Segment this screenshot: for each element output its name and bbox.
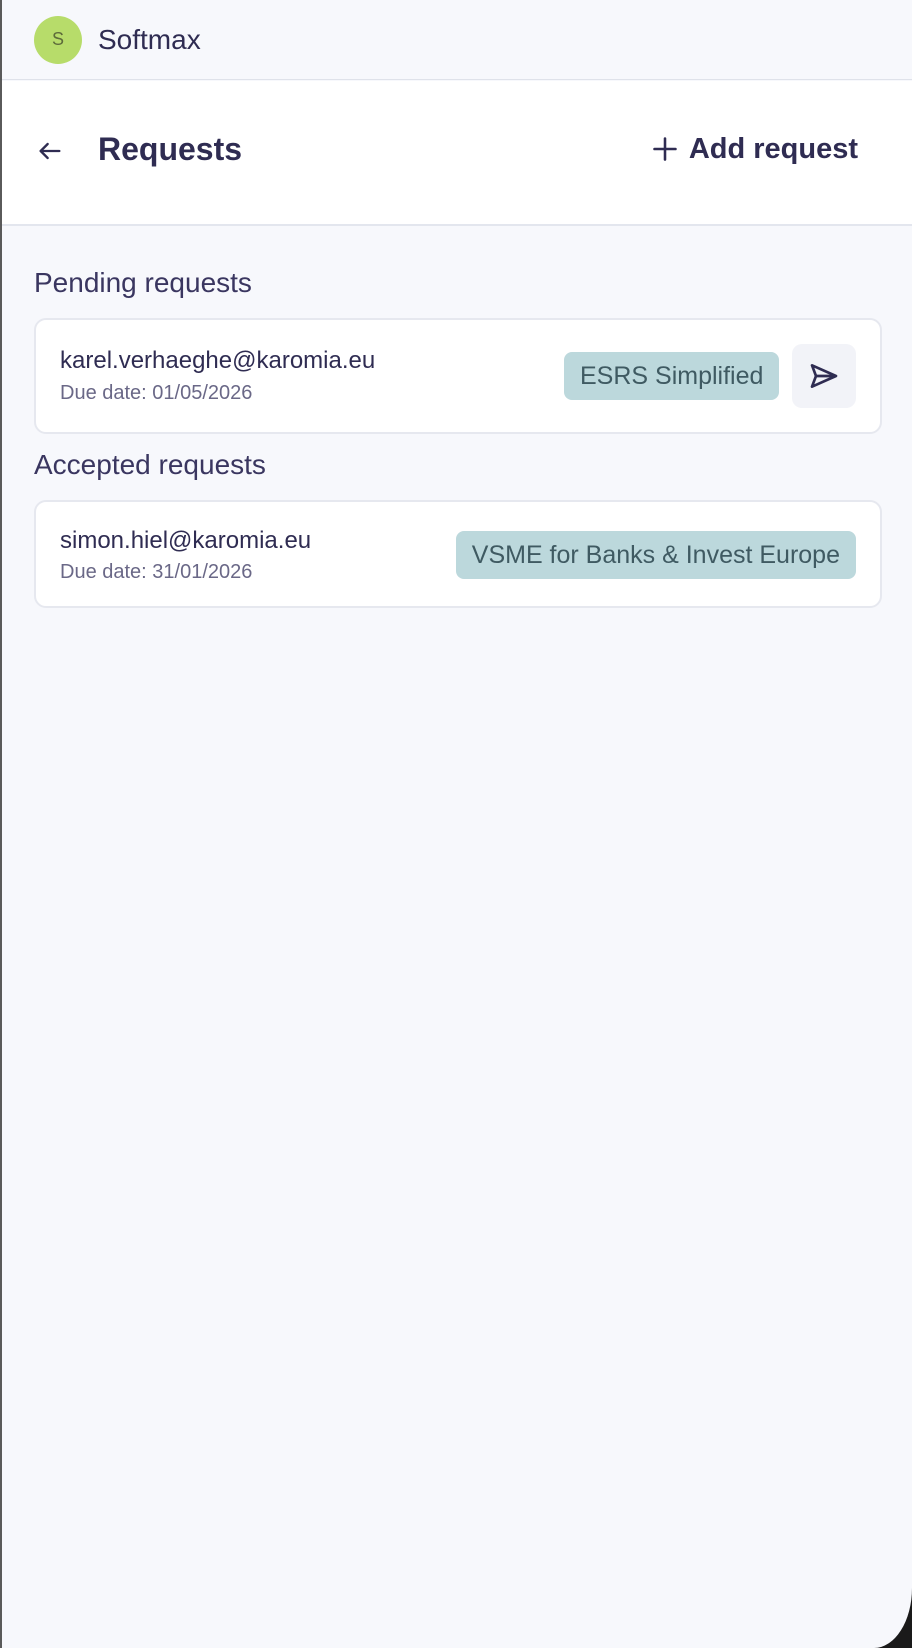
plus-icon — [653, 137, 677, 161]
avatar[interactable]: S — [34, 15, 82, 64]
request-email: karel.verhaeghe@karomia.eu — [60, 347, 376, 374]
framework-tag: VSME for Banks & Invest Europe — [455, 531, 856, 579]
arrow-left-icon — [39, 142, 61, 160]
request-email: simon.hiel@karomia.eu — [60, 527, 312, 554]
framework-tag: ESRS Simplified — [564, 352, 780, 400]
request-due-date: Due date: 01/05/2026 — [60, 382, 253, 404]
page-header: Requests Add request — [2, 81, 912, 226]
app-frame: S Softmax Requests Add request Pending r… — [0, 0, 912, 1648]
send-icon — [810, 364, 838, 388]
accepted-section-title: Accepted requests — [34, 449, 266, 480]
send-reminder-button[interactable] — [792, 344, 856, 408]
pending-section-title: Pending requests — [34, 267, 252, 298]
request-due-date: Due date: 31/01/2026 — [60, 561, 253, 583]
page-title: Requests — [98, 131, 243, 167]
organization-name[interactable]: Softmax — [98, 24, 201, 56]
accepted-request-card[interactable]: simon.hiel@karomia.eu Due date: 31/01/20… — [34, 500, 882, 608]
add-request-button[interactable]: Add request — [651, 129, 858, 169]
pending-request-card[interactable]: karel.verhaeghe@karomia.eu Due date: 01/… — [34, 318, 882, 434]
back-button[interactable] — [34, 135, 66, 167]
top-bar: S Softmax — [2, 0, 912, 80]
add-request-label: Add request — [688, 132, 858, 165]
